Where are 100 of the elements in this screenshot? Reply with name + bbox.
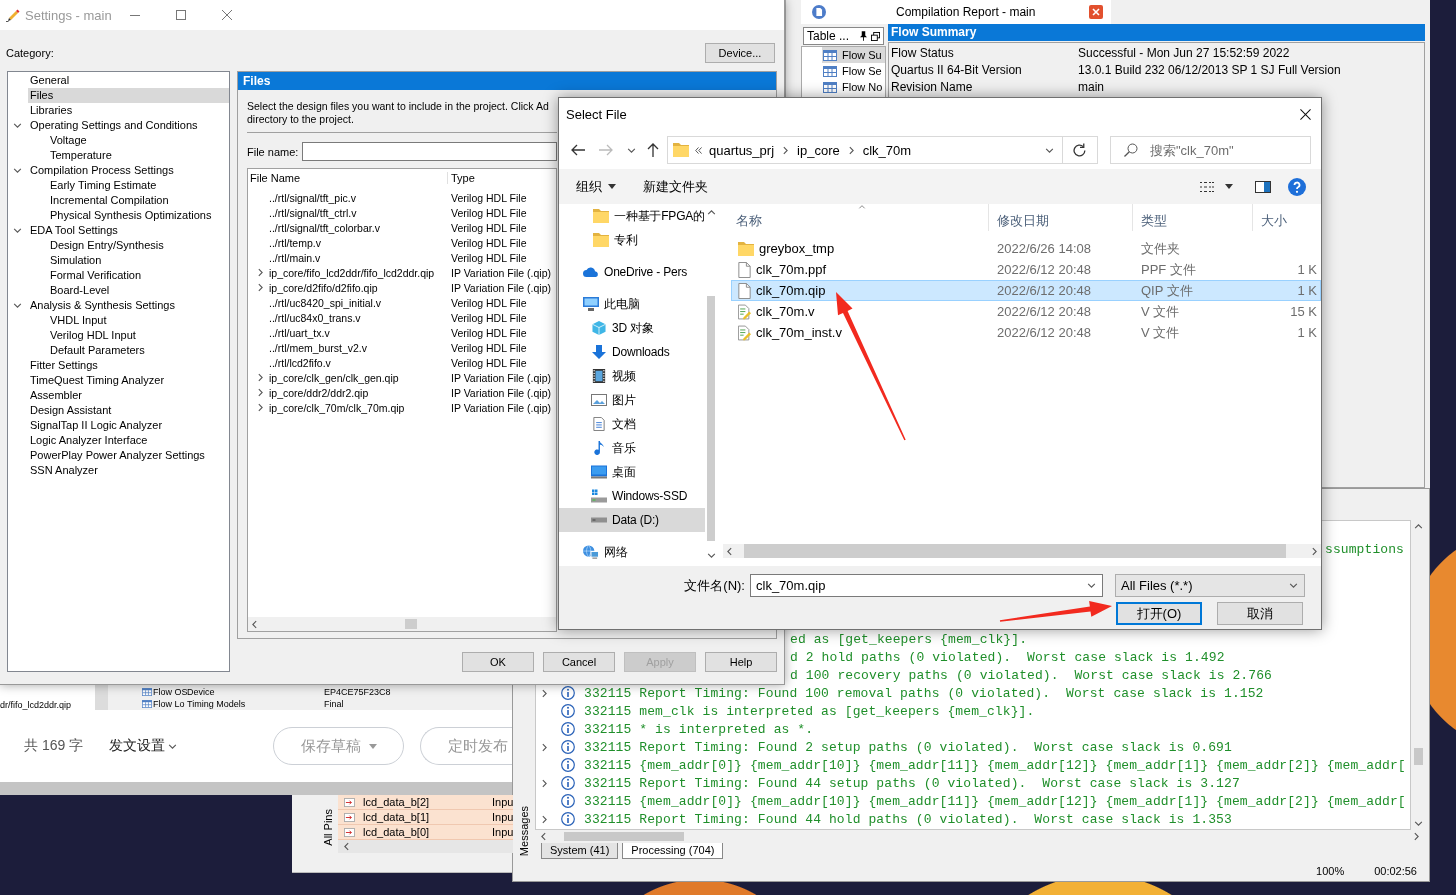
scrollbar[interactable] xyxy=(95,685,108,710)
file-name-field[interactable] xyxy=(302,142,557,161)
nav-item[interactable]: 视频 xyxy=(559,364,705,388)
category-item[interactable]: Operating Settings and Conditions xyxy=(28,118,229,133)
nav-item[interactable]: 3D 对象 xyxy=(559,316,705,340)
category-item[interactable]: PowerPlay Power Analyzer Settings xyxy=(28,448,229,463)
double-chevron-icon[interactable] xyxy=(695,146,702,154)
publish-settings-link[interactable]: 发文设置 xyxy=(109,737,178,755)
chevron-right-icon[interactable] xyxy=(542,778,547,788)
search-field[interactable]: 搜索"clk_70m" xyxy=(1110,136,1311,164)
category-item[interactable]: General xyxy=(28,73,229,88)
dialog-button[interactable]: 取消 xyxy=(1217,602,1303,625)
nav-item[interactable]: 桌面 xyxy=(559,460,705,484)
dialog-button[interactable]: OK xyxy=(462,652,534,672)
category-item[interactable]: Board-Level xyxy=(48,283,229,298)
file-name-field[interactable]: clk_70m.qip xyxy=(750,574,1103,597)
dialog-button[interactable]: Help xyxy=(705,652,777,672)
category-item[interactable]: SignalTap II Logic Analyzer xyxy=(28,418,229,433)
nav-item[interactable]: Downloads xyxy=(559,340,705,364)
file-row[interactable]: clk_70m.v 2022/6/12 20:48 V 文件 15 K xyxy=(731,301,1321,322)
category-item[interactable]: VHDL Input xyxy=(48,313,229,328)
panel-tab[interactable]: Processing (704) xyxy=(622,843,724,859)
chevron-down-icon[interactable] xyxy=(13,168,22,173)
category-item[interactable]: Incremental Compilation xyxy=(48,193,229,208)
category-item[interactable]: Design Assistant xyxy=(28,403,229,418)
scroll-up-icon[interactable] xyxy=(1413,524,1423,529)
nav-item[interactable]: 音乐 xyxy=(559,436,705,460)
chevron-right-icon[interactable] xyxy=(542,814,547,824)
column-header[interactable]: File Name xyxy=(248,172,448,184)
breadcrumb[interactable]: ip_core xyxy=(797,142,840,158)
column-header[interactable]: 修改日期 xyxy=(989,204,1133,231)
toc-item[interactable]: Flow Se xyxy=(822,63,885,79)
scroll-right-icon[interactable] xyxy=(1414,832,1419,841)
nav-item[interactable]: 此电脑 xyxy=(559,292,705,316)
toc-item[interactable]: Flow No xyxy=(822,79,885,95)
category-item[interactable]: Files xyxy=(28,88,229,103)
category-item[interactable]: TimeQuest Timing Analyzer xyxy=(28,373,229,388)
chevron-right-icon[interactable] xyxy=(542,688,547,698)
chevron-down-icon[interactable] xyxy=(13,228,22,233)
scroll-thumb[interactable] xyxy=(564,832,684,841)
toc-item[interactable]: Flow Su xyxy=(822,47,885,63)
scroll-thumb[interactable] xyxy=(707,296,715,541)
address-bar[interactable]: quartus_prj ip_core clk_70m xyxy=(667,136,1063,164)
up-arrow-icon[interactable] xyxy=(647,143,659,157)
scroll-down-icon[interactable] xyxy=(706,553,716,558)
chevron-down-icon[interactable] xyxy=(1087,583,1096,588)
file-row[interactable]: clk_70m.qip 2022/6/12 20:48 QIP 文件 1 K xyxy=(731,280,1321,301)
nav-item[interactable]: 网络 xyxy=(559,540,705,564)
pin-icon[interactable] xyxy=(860,31,867,41)
chevron-down-icon[interactable] xyxy=(13,303,22,308)
column-header[interactable]: 类型 xyxy=(1133,204,1253,231)
category-item[interactable]: Formal Verification xyxy=(48,268,229,283)
breadcrumb[interactable]: quartus_prj xyxy=(709,142,775,158)
category-item[interactable]: Temperature xyxy=(48,148,229,163)
organize-menu[interactable]: 组织 xyxy=(576,177,616,196)
chevron-right-icon[interactable] xyxy=(848,145,854,155)
scroll-left-icon[interactable] xyxy=(252,619,257,629)
messages-tab[interactable]: Messages xyxy=(518,805,530,856)
report-tab[interactable]: Compilation Report - main xyxy=(801,0,1111,24)
scroll-left-icon[interactable] xyxy=(344,842,349,851)
nav-item[interactable]: OneDrive - Pers xyxy=(559,260,705,284)
nav-item[interactable]: 专利 xyxy=(559,228,705,252)
category-item[interactable]: Analysis & Synthesis Settings xyxy=(28,298,229,313)
back-arrow-icon[interactable] xyxy=(571,144,585,156)
scroll-thumb[interactable] xyxy=(405,619,417,629)
column-header[interactable]: 名称 xyxy=(726,204,989,231)
nav-item[interactable]: Windows-SSD xyxy=(559,484,705,508)
category-item[interactable]: Early Timing Estimate xyxy=(48,178,229,193)
scroll-down-icon[interactable] xyxy=(1413,821,1423,826)
preview-pane-icon[interactable] xyxy=(1255,180,1271,193)
file-type-dropdown[interactable]: All Files (*.*) xyxy=(1115,574,1305,597)
nav-item[interactable]: 图片 xyxy=(559,388,705,412)
scroll-up-icon[interactable] xyxy=(706,210,716,215)
category-item[interactable]: Compilation Process Settings xyxy=(28,163,229,178)
scrollbar[interactable] xyxy=(338,840,514,853)
caret-icon[interactable] xyxy=(1225,184,1233,189)
nav-item[interactable]: 文档 xyxy=(559,412,705,436)
category-item[interactable]: Verilog HDL Input xyxy=(48,328,229,343)
device-button[interactable]: Device... xyxy=(705,43,775,63)
category-item[interactable]: Physical Synthesis Optimizations xyxy=(48,208,229,223)
window-restore-icon[interactable] xyxy=(871,31,880,41)
scroll-thumb[interactable] xyxy=(1413,748,1423,765)
column-header[interactable]: 大小 xyxy=(1253,204,1321,231)
category-item[interactable]: EDA Tool Settings xyxy=(28,223,229,238)
chevron-down-icon[interactable] xyxy=(1045,147,1054,153)
category-item[interactable]: Libraries xyxy=(28,103,229,118)
column-header[interactable]: Type xyxy=(448,172,475,184)
category-item[interactable]: Fitter Settings xyxy=(28,358,229,373)
category-item[interactable]: Simulation xyxy=(48,253,229,268)
category-item[interactable]: Default Parameters xyxy=(48,343,229,358)
scroll-right-icon[interactable] xyxy=(1312,546,1317,556)
close-icon[interactable] xyxy=(1300,109,1311,120)
file-row[interactable]: clk_70m.ppf 2022/6/12 20:48 PPF 文件 1 K xyxy=(731,259,1321,280)
pins-tab[interactable]: All Pins xyxy=(322,809,334,846)
scroll-left-icon[interactable] xyxy=(541,832,546,841)
file-row[interactable]: clk_70m_inst.v 2022/6/12 20:48 V 文件 1 K xyxy=(731,322,1321,343)
panel-tab[interactable]: System (41) xyxy=(541,843,619,859)
category-item[interactable]: Voltage xyxy=(48,133,229,148)
category-item[interactable]: SSN Analyzer xyxy=(28,463,229,478)
scroll-left-icon[interactable] xyxy=(727,546,732,556)
